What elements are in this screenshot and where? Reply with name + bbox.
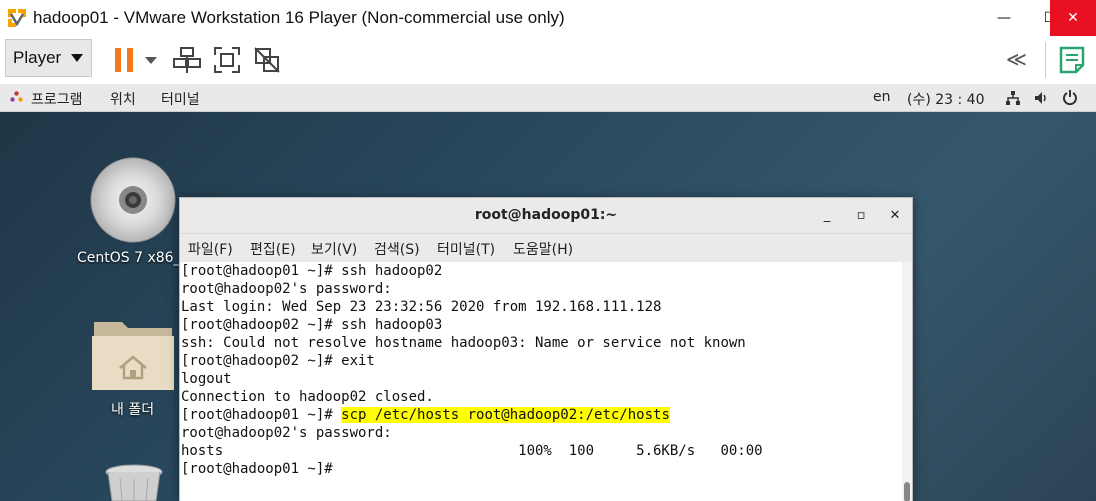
volume-icon[interactable] — [1033, 90, 1049, 106]
network-icon[interactable] — [1005, 90, 1021, 106]
menu-terminal[interactable]: 터미널(T) — [437, 239, 495, 259]
terminal-line: hosts 100% 100 5.6KB/s 00:00 — [181, 443, 763, 459]
power-icon[interactable] — [1062, 89, 1078, 105]
menu-file[interactable]: 파일(F) — [188, 239, 233, 259]
applications-menu[interactable]: 프로그램 — [31, 89, 83, 109]
dvd-icon[interactable] — [89, 156, 177, 244]
applications-icon — [10, 91, 23, 102]
fullscreen-icon[interactable] — [212, 45, 242, 75]
terminal-menubar: 파일(F) 편집(E) 보기(V) 검색(S) 터미널(T) 도움말(H) — [180, 234, 912, 262]
gnome-top-bar: 프로그램 위치 터미널 en (수) 23 : 40 — [0, 84, 1096, 112]
places-menu[interactable]: 위치 — [110, 89, 136, 109]
terminal-line: Last login: Wed Sep 23 23:32:56 2020 fro… — [181, 299, 662, 315]
terminal-app-menu[interactable]: 터미널 — [161, 89, 200, 109]
dvd-label: CentOS 7 x86_6 — [77, 250, 190, 266]
highlighted-scp-command: scp /etc/hosts root@hadoop02:/etc/hosts — [341, 407, 670, 423]
input-language[interactable]: en — [873, 89, 891, 105]
vmware-app-icon — [7, 8, 27, 28]
window-title: hadoop01 - VMware Workstation 16 Player … — [33, 8, 565, 27]
terminal-header: root@hadoop01:~ _ ▫ ✕ — [180, 198, 912, 234]
window-titlebar: hadoop01 - VMware Workstation 16 Player … — [0, 0, 1096, 36]
terminal-line: logout — [181, 371, 232, 387]
terminal-minimize-button[interactable]: _ — [817, 206, 837, 226]
terminal-title: root@hadoop01:~ — [474, 207, 618, 223]
home-folder-label: 내 폴더 — [111, 402, 155, 418]
terminal-line: Connection to hadoop02 closed. — [181, 389, 434, 405]
terminal-output[interactable]: [root@hadoop01 ~]# ssh hadoop02 root@had… — [180, 262, 902, 501]
terminal-line: [root@hadoop01 ~]# scp /etc/hosts root@h… — [181, 406, 902, 424]
terminal-prompt: [root@hadoop01 ~]# — [181, 407, 342, 423]
terminal-line: ssh: Could not resolve hostname hadoop03… — [181, 335, 746, 351]
terminal-maximize-button[interactable]: ▫ — [851, 206, 871, 226]
close-icon: ✕ — [1067, 10, 1079, 26]
pause-dropdown-icon[interactable] — [142, 45, 160, 75]
menu-view[interactable]: 보기(V) — [311, 239, 357, 259]
menu-search[interactable]: 검색(S) — [374, 239, 420, 259]
player-menu-button[interactable]: Player — [5, 39, 92, 77]
terminal-line: [root@hadoop02 ~]# exit — [181, 353, 375, 369]
player-menu-label: Player — [13, 48, 62, 67]
collapse-library-button[interactable]: ≪ — [1006, 47, 1027, 71]
minimize-icon: — — [997, 10, 1011, 26]
trash-icon[interactable] — [104, 464, 164, 501]
terminal-scrollbar-thumb[interactable] — [904, 482, 910, 501]
send-ctrl-alt-del-icon[interactable] — [172, 45, 202, 75]
notes-icon[interactable] — [1057, 45, 1087, 75]
terminal-line: root@hadoop02's password: — [181, 425, 392, 441]
unity-mode-icon[interactable] — [252, 45, 282, 75]
terminal-window: root@hadoop01:~ _ ▫ ✕ 파일(F) 편집(E) 보기(V) … — [179, 197, 913, 501]
chevron-down-icon — [71, 54, 83, 62]
menu-help[interactable]: 도움말(H) — [513, 239, 573, 259]
terminal-line: root@hadoop02's password: — [181, 281, 392, 297]
terminal-line: [root@hadoop02 ~]# ssh hadoop03 — [181, 317, 443, 333]
menu-edit[interactable]: 편집(E) — [250, 239, 296, 259]
vmware-toolbar: Player ≪ — [0, 36, 1096, 84]
folder-icon[interactable] — [90, 308, 176, 394]
toolbar-divider — [1045, 42, 1046, 78]
terminal-scrollbar[interactable] — [902, 262, 912, 501]
minimize-button[interactable]: — — [981, 0, 1027, 36]
terminal-close-button[interactable]: ✕ — [885, 206, 905, 226]
clock[interactable]: (수) 23 : 40 — [907, 89, 985, 109]
terminal-line: [root@hadoop01 ~]# ssh hadoop02 — [181, 263, 443, 279]
pause-icon[interactable] — [110, 45, 140, 75]
close-button[interactable]: ✕ — [1050, 0, 1096, 36]
terminal-line: [root@hadoop01 ~]# — [181, 461, 342, 477]
